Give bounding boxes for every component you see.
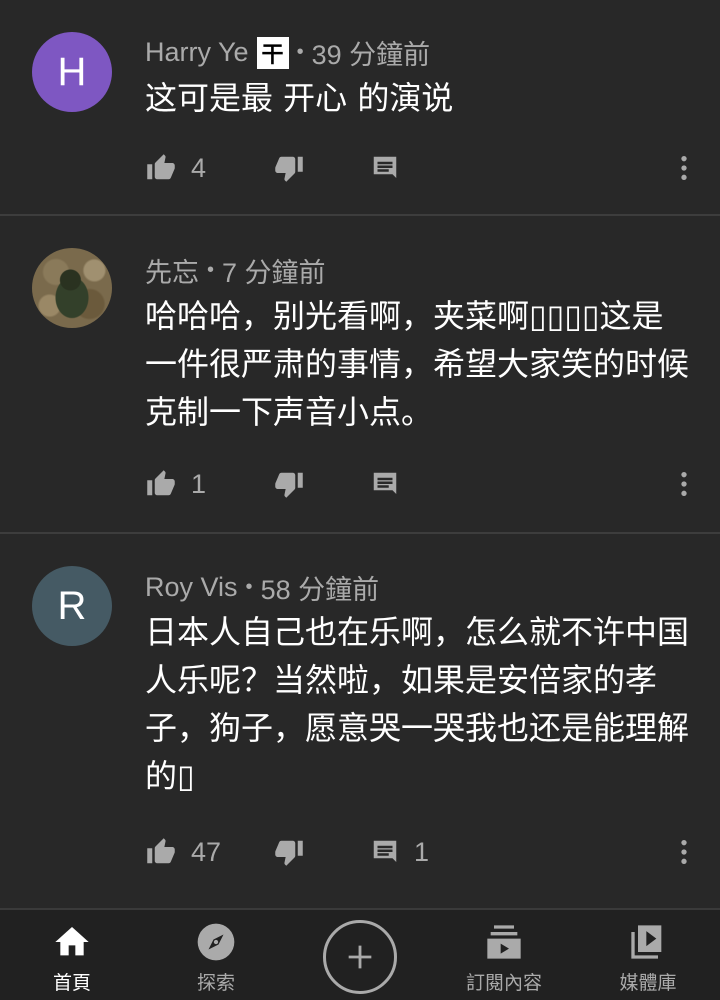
like-button[interactable]: 1: [145, 464, 206, 504]
dislike-button[interactable]: [273, 464, 305, 504]
comment-actions: 47 1: [0, 832, 720, 872]
like-button[interactable]: 4: [145, 148, 206, 188]
comment-meta: 先忘 • 7 分鐘前: [145, 251, 326, 290]
more-options-button[interactable]: [668, 832, 700, 872]
author-name[interactable]: Roy Vis: [145, 572, 238, 603]
like-count: 4: [191, 152, 207, 183]
comment-meta: Roy Vis • 58 分鐘前: [145, 568, 379, 607]
avatar[interactable]: [32, 248, 112, 328]
more-options-button[interactable]: [668, 148, 700, 188]
more-vert-icon: [681, 840, 687, 864]
comment-actions: 1: [0, 464, 720, 504]
author-flag-badge: 干: [256, 36, 289, 69]
meta-separator: •: [245, 576, 253, 598]
comment-icon: [373, 472, 397, 494]
avatar-letter: R: [57, 583, 87, 628]
plus-icon: [348, 945, 372, 969]
compass-icon: [197, 923, 235, 961]
nav-explore-label: 探索: [196, 972, 235, 994]
comment-icon: [373, 840, 397, 862]
reply-button[interactable]: [370, 148, 414, 188]
library-icon: [631, 925, 662, 959]
home-icon: [55, 927, 89, 956]
nav-subscriptions[interactable]: 訂閱內容: [432, 910, 576, 1000]
reply-button[interactable]: [370, 464, 414, 504]
comment-meta: Harry Ye 干 • 39 分鐘前: [145, 33, 430, 72]
meta-separator: •: [207, 259, 215, 281]
comment-actions: 4: [0, 148, 720, 188]
comment-icon: [373, 156, 397, 178]
comment-text: 哈哈哈，别光看啊，夹菜啊▯▯▯▯这是一件很严肃的事情，希望大家笑的时候克制一下声…: [145, 297, 690, 431]
comment-item: R Roy Vis • 58 分鐘前 日本人自己也在乐啊，怎么就不许中国人乐呢？…: [0, 534, 720, 906]
subscriptions-icon: [487, 925, 521, 959]
thumb-up-icon: [147, 470, 175, 496]
more-vert-icon: [681, 472, 687, 496]
nav-library-label: 媒體庫: [619, 972, 677, 994]
thumb-down-icon: [275, 840, 303, 866]
reply-count: 1: [414, 836, 430, 867]
comment-item: H Harry Ye 干 • 39 分鐘前 这可是最 开心 的演说 4: [0, 0, 720, 215]
thumb-down-icon: [275, 156, 303, 182]
more-options-button[interactable]: [668, 464, 700, 504]
avatar[interactable]: H: [32, 32, 112, 112]
create-button[interactable]: [323, 920, 397, 994]
dislike-button[interactable]: [273, 832, 305, 872]
comment-time: 39 分鐘前: [311, 40, 431, 70]
comment-text: 日本人自己也在乐啊，怎么就不许中国人乐呢？当然啦，如果是安倍家的孝子，狗子，愿意…: [145, 613, 690, 795]
nav-home[interactable]: 首頁: [0, 910, 144, 1000]
nav-subscriptions-label: 訂閱內容: [465, 972, 542, 994]
nav-library[interactable]: 媒體庫: [576, 910, 720, 1000]
like-count: 47: [191, 836, 222, 867]
nav-home-label: 首頁: [52, 972, 91, 994]
like-count: 1: [191, 468, 207, 499]
thumb-down-icon: [275, 472, 303, 498]
nav-explore[interactable]: 探索: [144, 910, 288, 1000]
bottom-navigation: 首頁 探索 訂閱內容 媒體庫: [0, 908, 720, 1000]
thumb-up-icon: [147, 838, 175, 864]
author-name[interactable]: 先忘: [145, 251, 199, 290]
comment-text: 这可是最 开心 的演说: [145, 79, 454, 117]
comment-time: 58 分鐘前: [260, 575, 380, 605]
thumb-up-icon: [147, 154, 175, 180]
dislike-button[interactable]: [273, 148, 305, 188]
comment-item: 先忘 • 7 分鐘前 哈哈哈，别光看啊，夹菜啊▯▯▯▯这是一件很严肃的事情，希望…: [0, 216, 720, 532]
avatar[interactable]: R: [32, 566, 112, 646]
reply-button[interactable]: 1: [370, 832, 429, 872]
more-vert-icon: [681, 156, 687, 180]
author-name[interactable]: Harry Ye: [145, 37, 249, 68]
meta-separator: •: [296, 41, 304, 63]
avatar-letter: H: [57, 49, 87, 94]
like-button[interactable]: 47: [145, 832, 221, 872]
comment-time: 7 分鐘前: [222, 258, 326, 288]
